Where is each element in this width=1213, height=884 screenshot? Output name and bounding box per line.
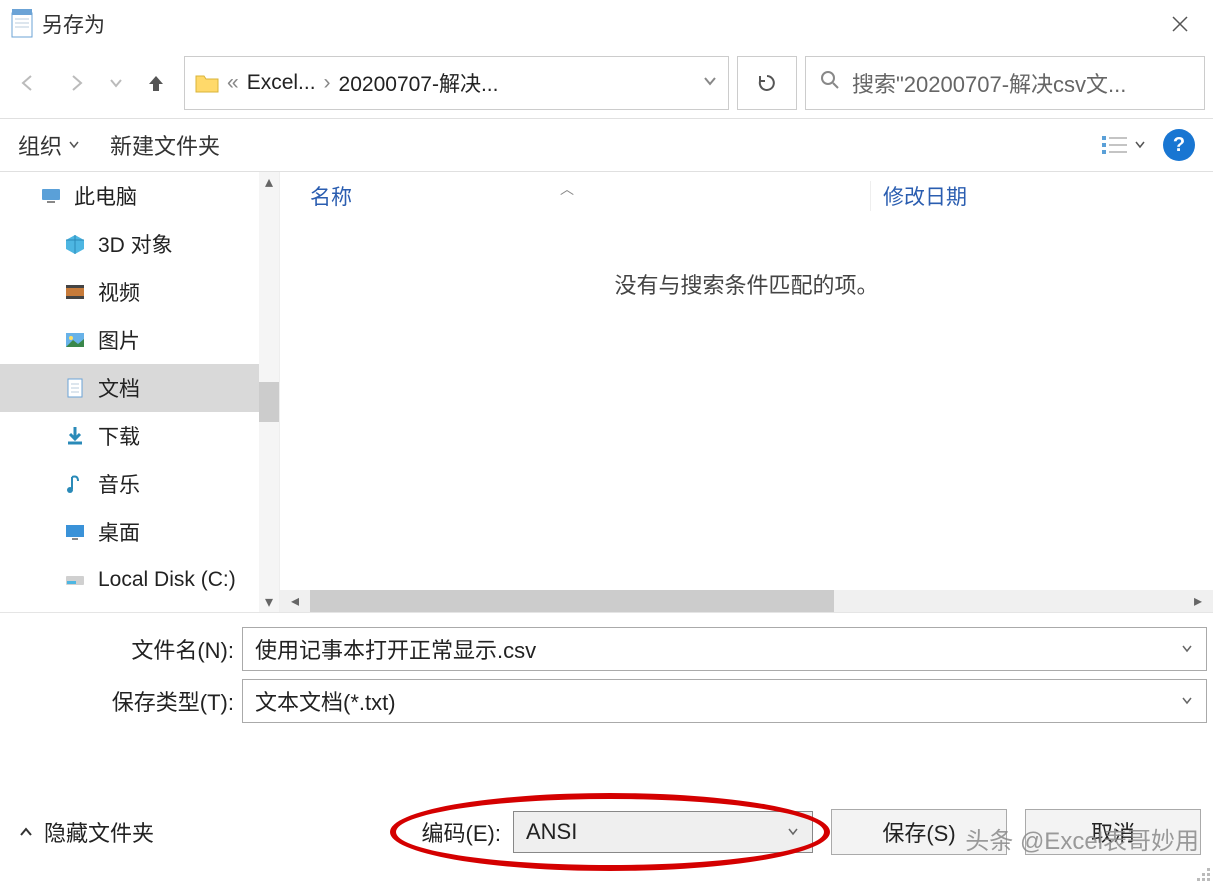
chevron-down-icon[interactable]: [786, 819, 800, 845]
chevron-down-icon: [68, 139, 80, 151]
disk-icon: [64, 569, 86, 591]
scroll-thumb[interactable]: [310, 590, 834, 612]
folder-icon: [195, 73, 219, 93]
savetype-select[interactable]: 文本文档(*.txt): [242, 679, 1207, 723]
chevron-up-icon: [18, 824, 34, 840]
file-list-pane: ︿ 名称 修改日期 没有与搜索条件匹配的项。 ◂ ▸: [280, 172, 1213, 612]
list-view-icon: [1101, 134, 1129, 156]
computer-icon: [40, 185, 62, 207]
titlebar: 另存为: [0, 0, 1213, 48]
empty-message: 没有与搜索条件匹配的项。: [280, 268, 1213, 300]
music-icon: [64, 473, 86, 495]
refresh-button[interactable]: [737, 56, 797, 110]
search-placeholder: 搜索"20200707-解决csv文...: [852, 67, 1126, 99]
scroll-right-icon[interactable]: ▸: [1183, 590, 1213, 612]
horizontal-scrollbar[interactable]: ◂ ▸: [280, 590, 1213, 612]
chevron-down-icon[interactable]: [1180, 636, 1194, 662]
resize-grip[interactable]: [1195, 866, 1211, 882]
new-folder-button[interactable]: 新建文件夹: [110, 129, 220, 161]
document-icon: [64, 377, 86, 399]
main-area: 此电脑 3D 对象 视频 图片 文档 下载 音乐 桌面: [0, 172, 1213, 612]
address-bar[interactable]: « Excel... › 20200707-解决...: [184, 56, 729, 110]
back-button[interactable]: [8, 63, 48, 103]
chevron-down-icon: [1135, 140, 1145, 150]
save-button[interactable]: 保存(S): [831, 809, 1007, 855]
hide-folders-toggle[interactable]: 隐藏文件夹: [18, 816, 154, 848]
column-modified[interactable]: 修改日期: [870, 181, 967, 211]
scroll-left-icon[interactable]: ◂: [280, 590, 310, 612]
download-icon: [64, 425, 86, 447]
sort-asc-icon: ︿: [560, 179, 574, 199]
column-name[interactable]: ︿ 名称: [280, 181, 870, 211]
tree-music[interactable]: 音乐: [0, 460, 279, 508]
encoding-group: 编码(E): ANSI: [422, 811, 813, 853]
command-bar: 组织 新建文件夹 ?: [0, 118, 1213, 172]
recent-dropdown[interactable]: [104, 63, 128, 103]
breadcrumb-seg1[interactable]: Excel...: [247, 71, 316, 95]
scroll-up-icon[interactable]: ▴: [259, 172, 279, 192]
nav-tree: 此电脑 3D 对象 视频 图片 文档 下载 音乐 桌面: [0, 172, 280, 612]
tree-3d-objects[interactable]: 3D 对象: [0, 220, 279, 268]
cancel-button[interactable]: 取消: [1025, 809, 1201, 855]
encoding-label: 编码(E):: [422, 816, 501, 848]
address-dropdown-icon[interactable]: [702, 71, 718, 95]
breadcrumb-seg2[interactable]: 20200707-解决...: [339, 68, 499, 98]
tree-local-disk-c[interactable]: Local Disk (C:): [0, 556, 279, 604]
tree-desktop[interactable]: 桌面: [0, 508, 279, 556]
scroll-down-icon[interactable]: ▾: [259, 592, 279, 612]
footer: 隐藏文件夹 编码(E): ANSI 保存(S) 取消: [0, 792, 1213, 872]
tree-scrollbar[interactable]: ▴ ▾: [259, 172, 279, 612]
tree-documents[interactable]: 文档: [0, 364, 279, 412]
desktop-icon: [64, 521, 86, 543]
search-box[interactable]: 搜索"20200707-解决csv文...: [805, 56, 1205, 110]
forward-button[interactable]: [56, 63, 96, 103]
encoding-select[interactable]: ANSI: [513, 811, 813, 853]
close-button[interactable]: [1157, 8, 1203, 40]
picture-icon: [64, 329, 86, 351]
cube-icon: [64, 233, 86, 255]
scroll-thumb[interactable]: [259, 382, 279, 422]
help-button[interactable]: ?: [1163, 129, 1195, 161]
scroll-track[interactable]: [310, 590, 1183, 612]
filename-label: 文件名(N):: [6, 633, 242, 665]
view-options-button[interactable]: [1101, 134, 1145, 156]
chevron-down-icon[interactable]: [1180, 688, 1194, 714]
tree-this-pc[interactable]: 此电脑: [0, 172, 279, 220]
tree-videos[interactable]: 视频: [0, 268, 279, 316]
window-title: 另存为: [42, 9, 105, 39]
breadcrumb-sep-icon: «: [227, 71, 239, 95]
save-form: 文件名(N): 使用记事本打开正常显示.csv 保存类型(T): 文本文档(*.…: [0, 612, 1213, 723]
filename-input[interactable]: 使用记事本打开正常显示.csv: [242, 627, 1207, 671]
video-icon: [64, 281, 86, 303]
organize-menu[interactable]: 组织: [18, 129, 80, 161]
savetype-label: 保存类型(T):: [6, 685, 242, 717]
column-headers: ︿ 名称 修改日期: [280, 172, 1213, 220]
tree-downloads[interactable]: 下载: [0, 412, 279, 460]
chevron-right-icon: ›: [324, 71, 331, 95]
search-icon: [820, 70, 840, 96]
navigation-bar: « Excel... › 20200707-解决... 搜索"20200707-…: [0, 48, 1213, 118]
tree-pictures[interactable]: 图片: [0, 316, 279, 364]
up-button[interactable]: [136, 63, 176, 103]
notepad-icon: [10, 9, 34, 39]
